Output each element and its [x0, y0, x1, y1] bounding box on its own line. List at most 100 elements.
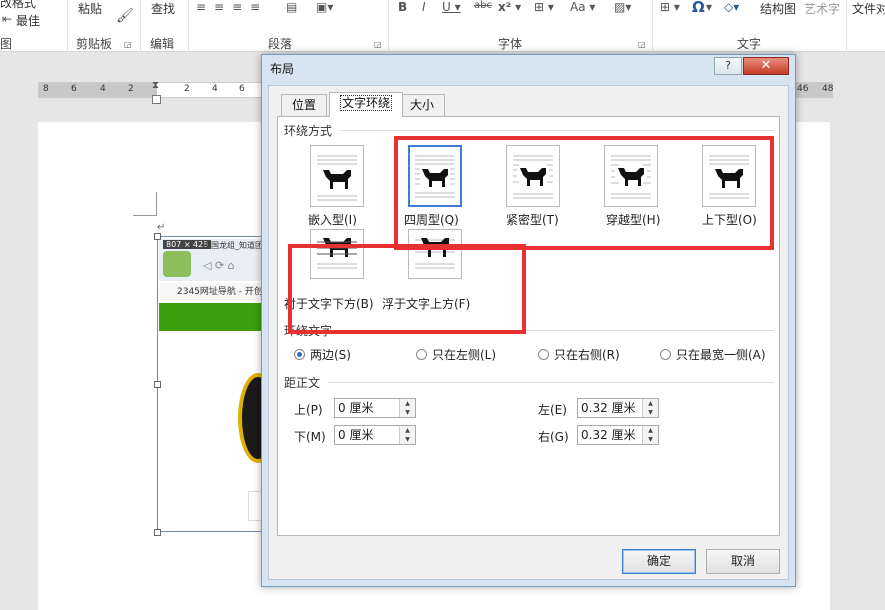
wrap-inline-label[interactable]: 嵌入型(I) — [308, 211, 357, 228]
wrap-left-only-radio[interactable] — [416, 349, 427, 360]
group-text-label: 文字 — [737, 37, 762, 51]
tab-text-wrapping[interactable]: 文字环绕 — [329, 92, 404, 117]
paragraph-mark-icon: ↵ — [157, 222, 166, 233]
shapes-icon[interactable]: ◇▾ — [724, 0, 739, 14]
wrap-both-sides-radio[interactable] — [294, 349, 305, 360]
close-button[interactable]: ✕ — [743, 57, 789, 75]
image-avatar — [163, 251, 191, 277]
ribbon-divider — [652, 0, 653, 52]
strikethrough-icon[interactable]: abc — [474, 0, 492, 11]
help-button[interactable]: ? — [714, 57, 742, 75]
structure-button[interactable]: 结构图 — [760, 0, 796, 17]
ribbon-divider — [140, 0, 141, 52]
tab-position[interactable]: 位置 — [281, 94, 328, 116]
char-border-icon[interactable]: ▨▾ — [614, 0, 631, 14]
format-brush-icon[interactable]: 🖌 — [116, 8, 134, 24]
ruler-number: 4 — [212, 84, 218, 94]
symbol-omega-icon[interactable]: Ω — [692, 0, 705, 16]
distance-bottom-label: 下(M) — [294, 430, 326, 444]
section-divider — [328, 382, 774, 383]
ruler-number: 8 — [43, 84, 49, 94]
distance-bottom-value: 0 厘米 — [338, 428, 374, 442]
spinner-arrows-icon[interactable]: ▲ ▼ — [399, 426, 415, 444]
align-icons[interactable]: ≡≡≡≡ — [196, 0, 268, 14]
art-text-button[interactable]: 艺术字 — [804, 0, 840, 17]
spinner-arrows-icon[interactable]: ▲ ▼ — [642, 426, 658, 444]
tab-label: 位置 — [292, 98, 317, 112]
spinner-arrows-icon[interactable]: ▲ ▼ — [642, 399, 658, 417]
margin-corner-mark — [133, 192, 157, 216]
bold-icon[interactable]: B — [398, 0, 407, 14]
distance-top-label: 上(P) — [294, 403, 323, 417]
distance-top-input[interactable]: 0 厘米 ▲ ▼ — [334, 398, 416, 418]
superscript-icon[interactable]: x² ▾ — [498, 0, 521, 14]
wrap-right-only-radio[interactable] — [538, 349, 549, 360]
ok-button[interactable]: 确定 — [622, 549, 696, 574]
italic-icon[interactable]: I — [422, 0, 426, 14]
wrap-both-sides-label[interactable]: 两边(S) — [310, 346, 351, 363]
indent-marker-icon[interactable]: ⧗ — [152, 80, 159, 91]
group-edit-label: 编辑 — [150, 37, 175, 51]
inserted-image[interactable]: ◁ ⟳ ⌂ 2345网址导航 - 开创中 — [157, 236, 265, 532]
underline-icon[interactable]: U ▾ — [442, 0, 461, 14]
grid-icon[interactable]: ⊞ ▾ — [534, 0, 554, 14]
border-icon[interactable]: ▣▾ — [316, 0, 333, 14]
distance-top-value: 0 厘米 — [338, 401, 374, 415]
wrap-inline-icon — [317, 155, 357, 201]
dialog-title: 布局 — [270, 62, 295, 76]
distance-left-label: 左(E) — [538, 403, 567, 417]
find-button[interactable]: 查找 — [151, 0, 175, 17]
section-divider — [340, 130, 774, 131]
group-paragraph-label: 段落 — [268, 37, 293, 51]
distance-left-input[interactable]: 0.32 厘米 ▲ ▼ — [577, 398, 659, 418]
font-launcher-icon[interactable]: ◲ — [638, 40, 646, 49]
resize-handle[interactable] — [154, 529, 161, 536]
distance-left-value: 0.32 厘米 — [581, 401, 636, 415]
tab-label: 大小 — [410, 98, 435, 112]
tab-label: 文字环绕 — [340, 95, 393, 111]
ribbon: 改格式 ⇤ 最佳 粘贴 🖌 查找 ≡≡≡≡ ▤ ▣▾ B I U ▾ abc x… — [0, 0, 885, 52]
clipboard-launcher-icon[interactable]: ◲ — [124, 40, 132, 49]
wrap-inline-option[interactable] — [310, 145, 364, 207]
ribbon-divider — [188, 0, 189, 52]
left-indent-box[interactable] — [152, 95, 161, 104]
ruler-number: 2 — [184, 84, 190, 94]
ribbon-divider — [846, 0, 847, 52]
distance-right-label: 右(G) — [538, 430, 569, 444]
distance-right-input[interactable]: 0.32 厘米 ▲ ▼ — [577, 425, 659, 445]
best-button[interactable]: 最佳 — [16, 12, 40, 29]
tab-size[interactable]: 大小 — [399, 94, 446, 116]
ruler-number: 2 — [128, 84, 134, 94]
format-painter-button[interactable]: 改格式 — [0, 0, 36, 11]
wrap-style-heading: 环绕方式 — [284, 124, 333, 138]
ruler-margin-left — [39, 83, 157, 97]
cancel-button[interactable]: 取消 — [706, 549, 780, 574]
ruler-number: 6 — [71, 84, 77, 94]
wrap-left-only-label[interactable]: 只在左侧(L) — [432, 346, 496, 363]
resize-handle[interactable] — [154, 381, 161, 388]
resize-handle[interactable] — [154, 233, 161, 240]
highlight-box — [394, 136, 774, 250]
paste-button[interactable]: 粘贴 — [78, 0, 102, 17]
wrap-right-only-label[interactable]: 只在右侧(R) — [554, 346, 620, 363]
image-address-bar: 2345网址导航 - 开创中 — [159, 283, 264, 301]
shading-icon[interactable]: ▤ — [286, 0, 297, 14]
paragraph-launcher-icon[interactable]: ◲ — [374, 40, 382, 49]
ribbon-divider — [388, 0, 389, 52]
distance-right-value: 0.32 厘米 — [581, 428, 636, 442]
ruler-number: 48 — [822, 84, 834, 94]
ruler-number: 4 — [100, 84, 106, 94]
font-size-icon[interactable]: Aa ▾ — [570, 0, 595, 14]
omega-dropdown-icon[interactable]: ▾ — [706, 0, 712, 14]
distance-bottom-input[interactable]: 0 厘米 ▲ ▼ — [334, 425, 416, 445]
group-font-label: 字体 — [498, 37, 523, 51]
wrap-largest-side-label[interactable]: 只在最宽一侧(A) — [676, 346, 766, 363]
ruler-number: 6 — [239, 84, 245, 94]
group-clipboard-label: 剪贴板 — [76, 37, 113, 51]
image-green-banner — [159, 303, 264, 331]
indent-icon: ⇤ — [2, 12, 13, 26]
text-file-button[interactable]: 文件对 — [852, 0, 885, 17]
wrap-largest-side-radio[interactable] — [660, 349, 671, 360]
spinner-arrows-icon[interactable]: ▲ ▼ — [399, 399, 415, 417]
table-icon[interactable]: ⊞ ▾ — [660, 0, 680, 14]
